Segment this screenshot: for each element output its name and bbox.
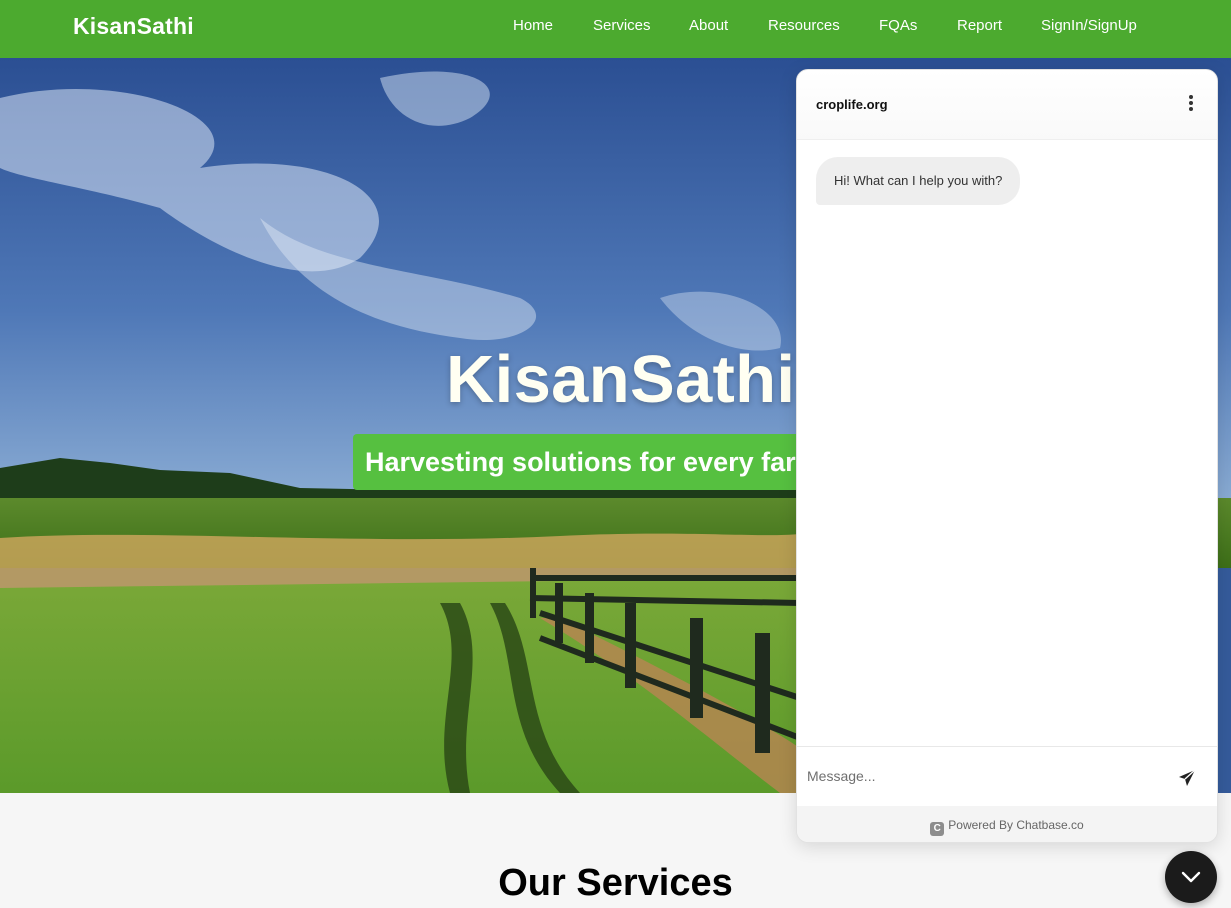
chat-toggle-button[interactable] <box>1165 851 1217 903</box>
nav-home-link[interactable]: Home <box>513 17 553 34</box>
brand-logo-text[interactable]: KisanSathi <box>73 13 194 40</box>
chatbase-logo-icon: C <box>930 822 945 836</box>
chat-powered-by[interactable]: C Powered By Chatbase.co <box>797 806 1217 842</box>
send-icon[interactable] <box>1177 768 1197 788</box>
chat-widget: croplife.org Hi! What can I help you wit… <box>796 69 1218 843</box>
nav-report-link[interactable]: Report <box>957 17 1002 34</box>
nav-signin-signup-link[interactable]: SignIn/SignUp <box>1041 17 1137 34</box>
nav-services-link[interactable]: Services <box>593 17 651 34</box>
hero-title: KisanSathi <box>446 342 796 417</box>
services-heading: Our Services <box>498 862 733 904</box>
powered-by-text: Powered By Chatbase.co <box>948 818 1084 832</box>
chat-header: croplife.org <box>797 70 1217 140</box>
chat-message-input[interactable] <box>807 762 1167 790</box>
nav-about-link[interactable]: About <box>689 17 728 34</box>
bot-greeting-message: Hi! What can I help you with? <box>816 157 1021 205</box>
chat-composer <box>797 746 1217 806</box>
nav-resources-link[interactable]: Resources <box>768 17 840 34</box>
nav-faqs-link[interactable]: FQAs <box>879 17 917 34</box>
chevron-down-icon <box>1181 871 1201 883</box>
hero-tagline: Harvesting solutions for every farmer <box>353 434 813 490</box>
chat-site-name: croplife.org <box>816 97 888 112</box>
kebab-menu-icon[interactable] <box>1187 95 1195 115</box>
top-navbar: KisanSathi Home Services About Resources… <box>0 0 1231 58</box>
